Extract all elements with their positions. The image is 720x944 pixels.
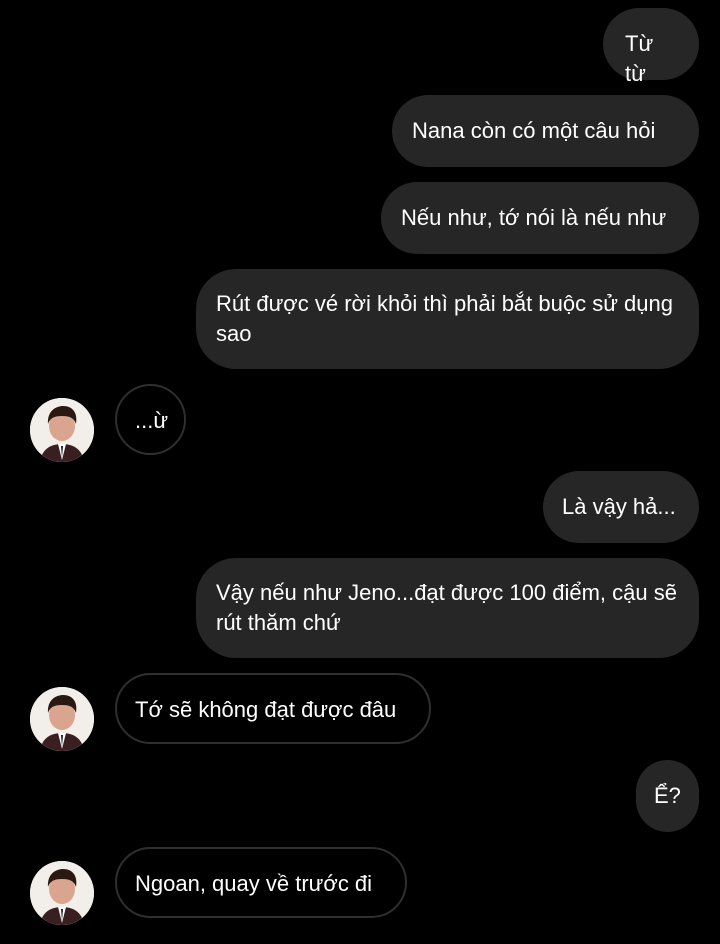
message-bubble-incoming[interactable]: Tớ sẽ không đạt được đâu — [115, 673, 431, 744]
message-text: ...ừ — [135, 408, 169, 433]
message-bubble-outgoing[interactable]: Nếu như, tớ nói là nếu như — [381, 182, 699, 254]
message-text: Rút được vé rời khỏi thì phải bắt buộc s… — [216, 291, 673, 346]
message-bubble-outgoing[interactable]: Từ từ — [603, 8, 699, 86]
message-bubble-outgoing[interactable]: Ể? — [636, 760, 699, 832]
user-avatar-photo-icon — [30, 687, 94, 751]
message-text: Tớ sẽ không đạt được đâu — [135, 697, 397, 722]
contact-avatar[interactable] — [30, 398, 94, 462]
message-text: Nana còn có một câu hỏi — [412, 118, 656, 143]
contact-avatar[interactable] — [30, 687, 94, 751]
message-bubble-incoming[interactable]: Ngoan, quay về trước đi — [115, 847, 407, 918]
message-bubble-outgoing[interactable]: Rút được vé rời khỏi thì phải bắt buộc s… — [196, 269, 699, 369]
message-bubble-outgoing[interactable]: Vậy nếu như Jeno...đạt được 100 điểm, cậ… — [196, 558, 699, 658]
message-text: Ngoan, quay về trước đi — [135, 871, 373, 896]
message-text: Là vậy hả... — [562, 494, 676, 519]
message-text: Từ từ — [625, 31, 654, 86]
contact-avatar[interactable] — [30, 861, 94, 925]
message-bubble-incoming[interactable]: ...ừ — [115, 384, 186, 455]
user-avatar-photo-icon — [30, 861, 94, 925]
message-bubble-outgoing[interactable]: Nana còn có một câu hỏi — [392, 95, 699, 167]
message-text: Nếu như, tớ nói là nếu như — [401, 205, 667, 230]
message-text: Ể? — [654, 783, 681, 808]
user-avatar-photo-icon — [30, 398, 94, 462]
message-bubble-outgoing[interactable]: Là vậy hả... — [543, 471, 699, 543]
message-text: Vậy nếu như Jeno...đạt được 100 điểm, cậ… — [216, 580, 677, 635]
